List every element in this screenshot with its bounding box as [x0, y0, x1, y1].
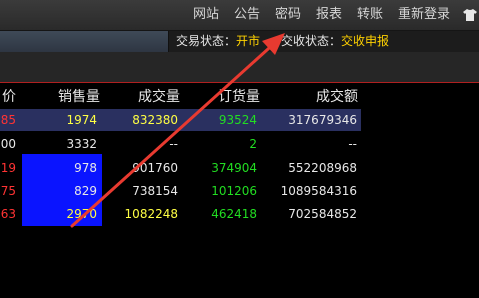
- annotation-arrow: [70, 33, 285, 228]
